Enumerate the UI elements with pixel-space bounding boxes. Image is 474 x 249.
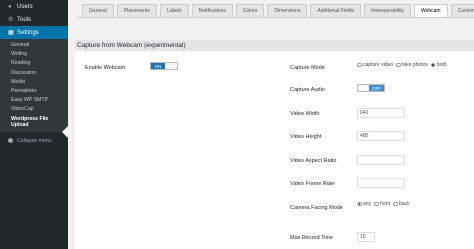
camera-facing-mode-radio-group: any front back [357,201,413,207]
radio-both[interactable] [430,62,436,68]
tab-labels[interactable]: Labels [159,4,189,17]
camera-facing-mode-label: Camera Facing Mode [290,205,343,211]
capture-mode-radio-group: capture video take photos both [357,62,450,68]
tab-colors[interactable]: Colors [235,4,265,17]
collapse-menu-button[interactable]: Collapse menu [0,135,68,147]
submenu-item-general[interactable]: General [0,41,68,50]
submenu-item-videocap[interactable]: VideoCap [0,105,68,114]
radio-take-photos[interactable] [396,62,401,68]
facing-mode-option-front[interactable]: front [374,201,390,207]
radio-label: front [380,201,391,207]
toggle-state-label: ON [151,63,165,69]
radio-label: take photos [402,62,428,68]
radio-front[interactable] [374,201,379,207]
menu-item-users[interactable]: ● Users [0,0,68,13]
radio-label: any [363,201,372,207]
max-record-time-label: Max Record Time [290,235,334,241]
radio-label: back [399,201,410,207]
video-frame-rate-label: Video Frame Rate [290,181,335,187]
tab-additional-fields[interactable]: Additional Fields [310,4,362,17]
toggle-state-label: OFF [369,85,384,91]
submenu-item-media[interactable]: Media [0,78,68,87]
webcam-settings-panel: Capture from Webcam (experimental) Enabl… [75,40,474,249]
settings-tabs: General Placements Labels Notifications … [82,4,474,17]
radio-label: capture video [363,62,394,68]
submenu-item-permalinks[interactable]: Permalinks [0,87,68,96]
radio-back[interactable] [393,201,398,207]
collapse-menu-label: Collapse menu [17,137,52,144]
section-title: Capture from Webcam (experimental) [75,40,474,51]
wrench-icon: ⚙ [8,17,14,23]
submenu-item-label-line2: Upload [11,121,29,128]
admin-sidebar: ● Users ⚙ Tools ▦ Settings General Writi… [0,0,68,249]
tab-notifications[interactable]: Notifications [191,4,233,17]
menu-item-label: Settings [17,29,39,36]
tab-webcam[interactable]: Webcam [413,4,448,17]
users-icon: ● [8,3,12,10]
settings-submenu: General Writing Reading Discussion Media… [0,39,68,132]
submenu-item-easy-wp-smtp[interactable]: Easy WP SMTP [0,96,68,105]
video-height-label: Video Height [290,134,322,140]
video-aspect-ratio-input[interactable] [357,155,405,165]
menu-item-label: Users [17,3,33,10]
video-height-input[interactable]: 480 [357,131,405,141]
radio-label: both [436,62,447,68]
current-menu-arrow [62,126,68,138]
capture-audio-label: Capture Audio [290,87,325,93]
radio-any[interactable] [357,201,362,207]
menu-item-settings[interactable]: ▦ Settings [0,26,68,39]
tab-interoperability[interactable]: Interoperability [364,4,411,17]
capture-mode-option-both[interactable]: both [430,62,447,68]
toggle-knob [358,85,370,91]
video-frame-rate-input[interactable] [357,178,405,188]
collapse-icon [8,138,13,144]
submenu-item-wordpress-file-upload[interactable]: Wordpress File Upload [0,115,68,129]
enable-webcam-toggle[interactable]: ON [150,62,178,70]
video-width-label: Video Width [290,111,320,117]
capture-mode-label: Capture Mode [290,65,325,71]
capture-audio-toggle[interactable]: OFF [357,84,385,92]
radio-capture-video[interactable] [357,62,362,68]
submenu-item-discussion[interactable]: Discussion [0,69,68,78]
enable-webcam-label: Enable Webcam [85,65,126,71]
facing-mode-option-back[interactable]: back [393,201,410,207]
menu-item-label: Tools [17,16,32,23]
video-width-input[interactable]: 640 [357,108,405,118]
tab-divider [77,17,474,18]
menu-item-tools[interactable]: ⚙ Tools [0,13,68,26]
facing-mode-option-any[interactable]: any [357,201,371,207]
tab-custom-css[interactable]: Custom CSS [450,4,474,17]
capture-mode-option-take-photos[interactable]: take photos [396,62,428,68]
video-aspect-ratio-label: Video Aspect Ratio [290,158,337,164]
max-record-time-input[interactable]: 10 [357,232,375,242]
tab-dimensions[interactable]: Dimensions [267,4,308,17]
toggle-knob [165,63,177,69]
settings-icon: ▦ [8,30,14,36]
submenu-item-reading[interactable]: Reading [0,59,68,68]
tab-placements[interactable]: Placements [116,4,157,17]
tab-general[interactable]: General [82,4,114,17]
submenu-item-writing[interactable]: Writing [0,50,68,59]
capture-mode-option-capture-video[interactable]: capture video [357,62,393,68]
